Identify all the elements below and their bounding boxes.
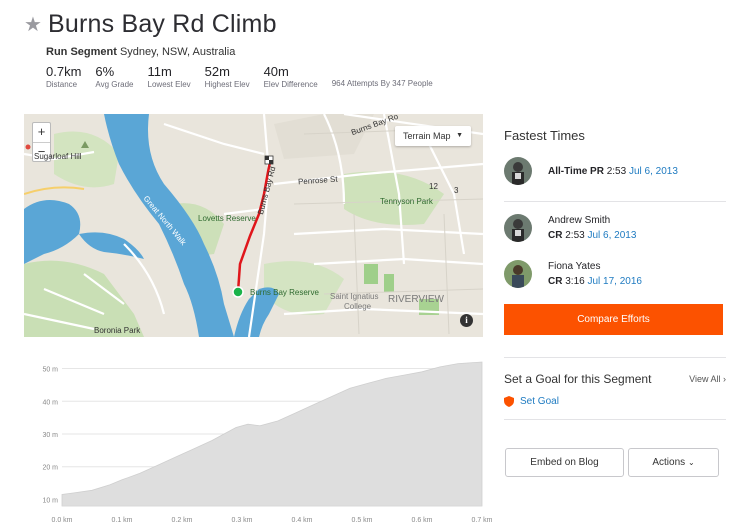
x-tick-label: 0.6 km [411, 517, 432, 524]
segment-subtitle: Run Segment Sydney, NSW, Australia [46, 46, 724, 58]
x-tick-label: 0.1 km [111, 517, 132, 524]
segment-map[interactable]: + − Terrain Map ▼ i Sugarloaf Hill Burns… [24, 114, 483, 337]
stat-avg-grade: 6% Avg Grade [95, 64, 133, 89]
x-tick-label: 0.2 km [171, 517, 192, 524]
terrain-map-label: Terrain Map [403, 131, 451, 141]
map-label-riverview: RIVERVIEW [388, 294, 444, 305]
shield-icon [504, 396, 514, 407]
x-tick-label: 0.0 km [51, 517, 72, 524]
stat-lowest-elev: 11m Lowest Elev [148, 64, 191, 89]
info-icon[interactable]: i [460, 314, 473, 327]
stat-value: 0.7km [46, 64, 82, 79]
x-tick-label: 0.4 km [291, 517, 312, 524]
zoom-in-button[interactable]: + [33, 123, 50, 142]
map-label-boronia-park: Boronia Park [94, 326, 141, 335]
x-tick-label: 0.5 km [351, 517, 372, 524]
stat-value: 6% [95, 64, 115, 79]
segment-type: Run Segment [46, 46, 117, 58]
map-label-saint-ignatius: Saint Ignatius [330, 292, 379, 301]
stat-label: Highest Elev [204, 80, 250, 89]
y-tick-label: 50 m [42, 367, 58, 374]
effort-text: Andrew Smith CR 2:53 Jul 6, 2013 [548, 213, 636, 243]
divider [504, 201, 726, 202]
effort-time: 2:53 [565, 230, 585, 241]
elevation-chart[interactable]: 10 m 20 m 30 m 40 m 50 m 0.0 km 0.1 km 0.2 km 0.… [24, 356, 494, 532]
avatar[interactable] [504, 157, 532, 185]
effort-time: 3:16 [565, 276, 585, 287]
stat-label: Distance [46, 80, 78, 89]
effort-date-link[interactable]: Jul 6, 2013 [587, 230, 636, 241]
effort-date-link[interactable]: Jul 17, 2016 [587, 276, 642, 287]
map-label-burns-bay-reserve: Burns Bay Reserve [250, 288, 319, 297]
star-icon[interactable]: ★ [24, 12, 44, 37]
effort-date-link[interactable]: Jul 6, 2013 [629, 166, 678, 177]
stat-value: 40m [263, 64, 289, 79]
map-label-12: 12 [429, 182, 438, 191]
embed-on-blog-button[interactable]: Embed on Blog [505, 448, 624, 477]
segment-header: ★ Burns Bay Rd Climb Run Segment Sydney,… [24, 8, 724, 90]
divider [504, 357, 726, 358]
set-goal-label: Set Goal [520, 396, 559, 407]
y-tick-label: 10 m [42, 497, 58, 504]
athlete-name[interactable]: Fiona Yates [548, 259, 642, 274]
segment-stats: 0.7km Distance 6% Avg Grade 11m Lowest E… [46, 64, 724, 89]
effort-label: All-Time PR [548, 165, 604, 177]
map-label-3: 3 [454, 186, 459, 195]
map-label-sugarloaf-hill: Sugarloaf Hill [34, 152, 82, 161]
effort-text: Fiona Yates CR 3:16 Jul 17, 2016 [548, 259, 642, 289]
stat-elev-difference: 40m Elev Difference [264, 64, 318, 89]
segment-location: Sydney, NSW, Australia [119, 46, 236, 58]
athlete-name[interactable]: Andrew Smith [548, 213, 636, 228]
stat-label: Lowest Elev [147, 80, 191, 89]
x-tick-label: 0.7 km [471, 517, 492, 524]
effort-row-cr-1: Andrew Smith CR 2:53 Jul 6, 2013 [504, 208, 726, 248]
set-goal-link[interactable]: Set Goal [504, 396, 726, 407]
chevron-right-icon: › [723, 374, 726, 384]
goal-header: Set a Goal for this Segment View All › [504, 372, 726, 386]
stat-value: 11m [147, 64, 172, 79]
stat-label: Avg Grade [95, 80, 134, 89]
actions-label: Actions [652, 457, 686, 468]
effort-time: 2:53 [606, 165, 627, 177]
map-label-lovetts-reserve: Lovetts Reserve [198, 214, 256, 223]
compare-efforts-button[interactable]: Compare Efforts [504, 304, 723, 335]
avatar[interactable] [504, 214, 532, 242]
effort-text: All-Time PR 2:53 Jul 6, 2013 [548, 164, 678, 179]
effort-row-pr: All-Time PR 2:53 Jul 6, 2013 [504, 151, 726, 191]
stat-label: Elev Difference [263, 80, 318, 89]
attempts-count: 964 Attempts By 347 People [331, 79, 433, 88]
x-tick-label: 0.3 km [231, 517, 252, 524]
view-all-link[interactable]: View All › [689, 374, 726, 384]
map-label-tennyson-park: Tennyson Park [380, 197, 433, 206]
terrain-map-dropdown[interactable]: Terrain Map ▼ [395, 126, 471, 146]
effort-row-cr-2: Fiona Yates CR 3:16 Jul 17, 2016 [504, 254, 726, 294]
stat-value: 52m [204, 64, 230, 79]
y-tick-label: 40 m [42, 399, 58, 406]
effort-label: CR [548, 230, 563, 241]
right-sidebar: Fastest Times All-Time PR 2:53 Jul 6, 20… [504, 114, 726, 420]
view-all-label: View All [689, 374, 721, 384]
y-tick-label: 20 m [42, 465, 58, 472]
effort-label: CR [548, 276, 563, 287]
fastest-times-title: Fastest Times [504, 128, 585, 143]
stat-distance: 0.7km Distance [46, 64, 81, 89]
avatar[interactable] [504, 260, 532, 288]
caret-down-icon: ▼ [456, 132, 463, 139]
divider [504, 419, 726, 420]
goal-title: Set a Goal for this Segment [504, 372, 652, 386]
map-label-college: College [344, 302, 372, 311]
actions-dropdown[interactable]: Actions ⌄ [628, 448, 719, 477]
y-tick-label: 30 m [42, 432, 58, 439]
page-title: Burns Bay Rd Climb [48, 9, 277, 38]
stat-highest-elev: 52m Highest Elev [205, 64, 250, 89]
chevron-down-icon: ⌄ [687, 458, 695, 467]
